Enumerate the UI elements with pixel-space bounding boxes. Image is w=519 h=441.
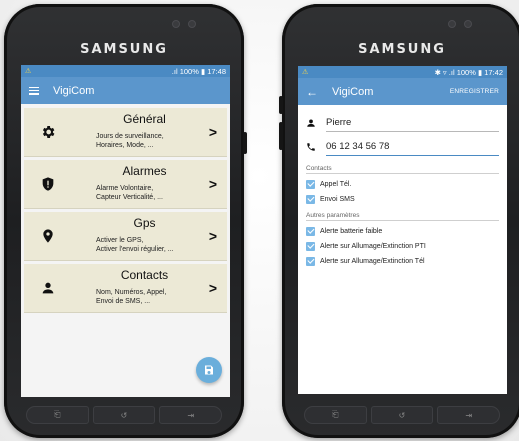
recent-apps-button[interactable]: ⎗ <box>304 406 367 424</box>
phone-top-bezel: SAMSUNG <box>282 4 519 62</box>
checkbox-pti-alert[interactable]: Alerte sur Allumage/Extinction PTI <box>306 241 499 251</box>
status-time: 17:48 <box>207 66 226 76</box>
card-alarmes[interactable]: Alarmes Alarme Volontaire, Capteur Verti… <box>24 160 227 209</box>
checkbox-checked-icon[interactable] <box>306 194 315 204</box>
back-arrow-icon[interactable]: ← <box>306 85 318 99</box>
back-button[interactable]: ⇥ <box>437 406 501 424</box>
brand-logo: SAMSUNG <box>358 42 446 57</box>
card-title: Gps <box>133 216 156 230</box>
signal-indicator: .ıl 100% <box>171 66 199 76</box>
status-bar: ⚠ ✱ ▿ .ıl 100% ▮ 17:42 <box>298 66 507 78</box>
side-button[interactable] <box>279 96 283 114</box>
checkbox-appel-tel[interactable]: Appel Tél. <box>306 179 499 189</box>
checkbox-checked-icon[interactable] <box>306 179 315 189</box>
save-fab-button[interactable] <box>196 357 222 383</box>
chevron-right-icon: > <box>208 124 217 140</box>
right-screen: ⚠ ✱ ▿ .ıl 100% ▮ 17:42 ← VigiCom ENREGIS… <box>298 66 507 394</box>
phone-top-bezel: SAMSUNG <box>4 4 244 62</box>
chevron-right-icon: > <box>208 176 217 192</box>
location-pin-icon <box>43 229 53 243</box>
card-contacts[interactable]: Contacts Nom, Numéros, Appel, Envoi de S… <box>24 264 227 313</box>
checkbox-label: Appel Tél. <box>320 180 352 188</box>
card-title: Contacts <box>120 268 169 282</box>
checkbox-envoi-sms[interactable]: Envoi SMS <box>306 194 499 204</box>
warning-icon: ⚠ <box>25 68 32 75</box>
sensor-icon <box>172 20 180 28</box>
checkbox-phone-alert[interactable]: Alerte sur Allumage/Extinction Tél <box>306 256 499 266</box>
app-title: VigiCom <box>332 85 374 98</box>
status-right: ✱ ▿ .ıl 100% ▮ 17:42 <box>435 68 503 77</box>
person-icon <box>307 119 315 127</box>
card-description: Activer le GPS, Activer l'envoi régulier… <box>96 237 174 253</box>
app-title: VigiCom <box>53 84 95 97</box>
battery-icon: ▮ <box>200 66 206 76</box>
card-general[interactable]: Général Jours de surveillance, Horaires,… <box>24 108 227 157</box>
menu-icon[interactable] <box>29 86 39 95</box>
card-gps[interactable]: Gps Activer le GPS, Activer l'envoi régu… <box>24 212 227 261</box>
save-icon <box>205 365 213 375</box>
warning-icon: ⚠ <box>302 69 309 76</box>
right-phone: SAMSUNG ⚠ ✱ ▿ .ıl 100% ▮ 17:42 ← VigiCom… <box>279 4 519 438</box>
other-settings-section-label: Autres paramètres <box>306 212 499 221</box>
checkbox-checked-icon[interactable] <box>306 226 315 236</box>
checkbox-battery-alert[interactable]: Alerte batterie faible <box>306 226 499 236</box>
contacts-section-label: Contacts <box>306 165 499 174</box>
card-title: Général <box>123 112 166 126</box>
contact-phone-field[interactable]: 06 12 34 56 78 <box>306 135 499 159</box>
left-phone: SAMSUNG ⚠ .ıl 100% ▮ 17:48 VigiCom Génér… <box>4 4 247 438</box>
left-screen: ⚠ .ıl 100% ▮ 17:48 VigiCom Général Jours… <box>21 65 230 397</box>
status-time: 17:42 <box>484 67 503 77</box>
checkbox-checked-icon[interactable] <box>306 241 315 251</box>
checkbox-label: Alerte batterie faible <box>320 227 383 235</box>
card-title: Alarmes <box>122 164 167 178</box>
checkbox-label: Alerte sur Allumage/Extinction Tél <box>320 257 425 265</box>
side-button[interactable] <box>243 132 247 154</box>
phone-icon <box>307 143 315 151</box>
contact-name-field[interactable]: Pierre <box>306 111 499 135</box>
checkbox-checked-icon[interactable] <box>306 256 315 266</box>
home-button[interactable]: ↺ <box>92 406 156 424</box>
battery-icon: ▮ <box>477 67 483 77</box>
brand-logo: SAMSUNG <box>80 42 168 57</box>
back-button[interactable]: ⇥ <box>159 406 223 424</box>
settings-card-list: Général Jours de surveillance, Horaires,… <box>21 108 230 313</box>
status-bar: ⚠ .ıl 100% ▮ 17:48 <box>21 65 230 77</box>
home-button[interactable]: ↺ <box>370 406 434 424</box>
recent-apps-button[interactable]: ⎗ <box>26 406 89 424</box>
card-description: Jours de surveillance, Horaires, Mode, .… <box>96 133 164 149</box>
status-right: .ıl 100% ▮ 17:48 <box>172 67 226 76</box>
chevron-right-icon: > <box>208 228 217 244</box>
status-icons: ✱ ▿ .ıl 100% <box>434 67 476 77</box>
app-bar: VigiCom <box>21 77 230 104</box>
checkbox-label: Alerte sur Allumage/Extinction PTI <box>320 242 426 250</box>
contact-phone-input[interactable]: 06 12 34 56 78 <box>326 141 499 156</box>
card-description: Nom, Numéros, Appel, Envoi de SMS, ... <box>96 289 167 305</box>
camera-icon <box>464 20 472 28</box>
save-button[interactable]: ENREGISTRER <box>450 88 499 95</box>
chevron-right-icon: > <box>208 280 217 296</box>
hardware-navbar: ⎗ ↺ ⇥ <box>304 406 501 424</box>
contact-name-input[interactable]: Pierre <box>326 117 499 132</box>
person-icon <box>42 282 54 294</box>
shield-alert-icon <box>42 177 54 191</box>
gear-icon <box>42 126 55 138</box>
app-bar: ← VigiCom ENREGISTRER <box>298 78 507 105</box>
checkbox-label: Envoi SMS <box>320 195 355 203</box>
card-description: Alarme Volontaire, Capteur Verticalité, … <box>96 185 163 201</box>
sensor-icon <box>448 20 456 28</box>
camera-icon <box>188 20 196 28</box>
hardware-navbar: ⎗ ↺ ⇥ <box>26 406 223 424</box>
side-button[interactable] <box>279 122 283 150</box>
